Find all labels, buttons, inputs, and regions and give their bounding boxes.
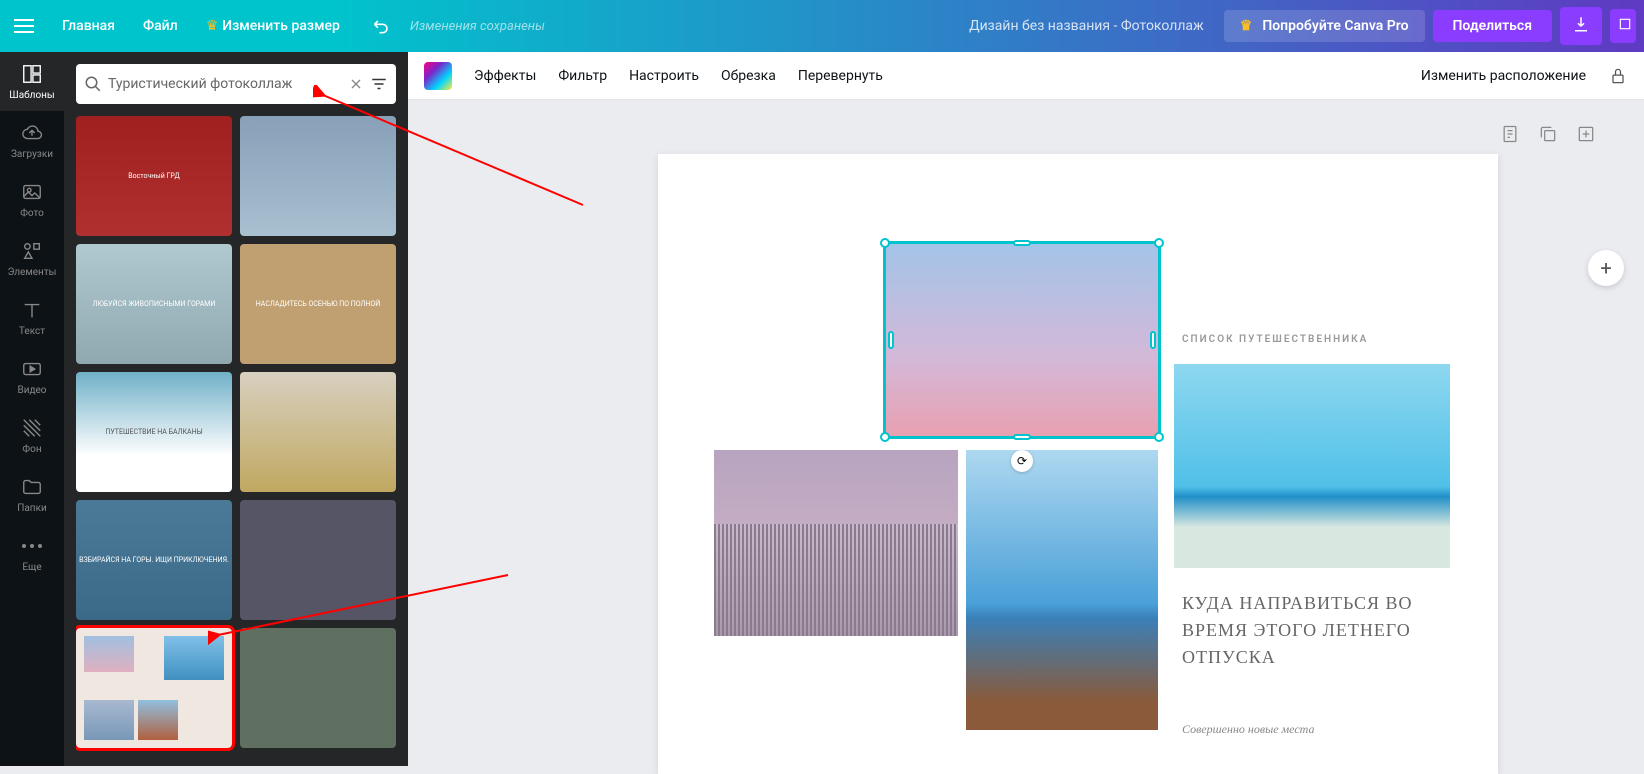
download-button[interactable] [1560, 7, 1602, 45]
resize-handle[interactable] [880, 238, 890, 248]
template-thumb[interactable]: НАСЛАДИТЕСЬ ОСЕНЬЮ ПО ПОЛНОЙ [240, 244, 396, 364]
templates-icon [20, 62, 44, 86]
image-marsh[interactable] [714, 450, 958, 636]
template-thumb[interactable] [240, 372, 396, 492]
search-input[interactable] [108, 76, 342, 92]
search-bar [76, 64, 396, 104]
rail-folders[interactable]: Папки [0, 465, 64, 524]
image-beach[interactable] [1174, 364, 1450, 568]
crop-button[interactable]: Обрезка [721, 68, 776, 84]
publish-button[interactable] [1610, 9, 1636, 43]
flip-button[interactable]: Перевернуть [798, 68, 883, 84]
rail-label: Фото [20, 208, 44, 219]
undo-icon[interactable] [372, 16, 392, 36]
rail-text[interactable]: Текст [0, 288, 64, 347]
resize-handle[interactable] [1013, 240, 1031, 246]
add-fab[interactable]: + [1588, 250, 1624, 286]
template-grid: Восточный ГРД ЛЮБУЙСЯ ЖИВОПИСНЫМИ ГОРАМИ… [76, 116, 396, 752]
position-button[interactable]: Изменить расположение [1421, 68, 1586, 84]
home-button[interactable]: Главная [48, 10, 129, 42]
rail-more[interactable]: Еще [0, 524, 64, 583]
resize-handle[interactable] [1154, 432, 1164, 442]
resize-handle[interactable] [1150, 331, 1156, 349]
menu-icon[interactable] [14, 19, 34, 33]
template-thumb[interactable] [240, 500, 396, 620]
header-right-group: ♛Попробуйте Canva Pro Поделиться [1224, 7, 1644, 45]
more-icon [20, 534, 44, 558]
rail-label: Видео [17, 385, 46, 396]
rail-label: Загрузки [11, 149, 53, 160]
canvas-area[interactable]: + СПИСОК ПУТЕШЕСТВЕННИКА КУДА НАПРАВИТЬС… [408, 100, 1644, 766]
rail-templates[interactable]: Шаблоны [0, 52, 64, 111]
rotate-handle[interactable]: ⟳ [1011, 450, 1033, 472]
crown-icon: ♛ [1240, 18, 1253, 34]
template-thumb[interactable]: ЛЮБУЙСЯ ЖИВОПИСНЫМИ ГОРАМИ [76, 244, 232, 364]
lock-icon[interactable] [1608, 66, 1628, 86]
file-button[interactable]: Файл [129, 10, 192, 42]
design-title[interactable]: Дизайн без названия - Фотоколлаж [545, 18, 1224, 34]
video-icon [20, 357, 44, 381]
rail-background[interactable]: Фон [0, 406, 64, 465]
folder-icon [20, 475, 44, 499]
rail-video[interactable]: Видео [0, 347, 64, 406]
resize-handle[interactable] [1154, 238, 1164, 248]
template-thumb[interactable] [240, 116, 396, 236]
templates-panel: Восточный ГРД ЛЮБУЙСЯ ЖИВОПИСНЫМИ ГОРАМИ… [64, 52, 408, 766]
search-icon [84, 75, 102, 93]
rail-photos[interactable]: Фото [0, 170, 64, 229]
color-swatch[interactable] [424, 62, 452, 90]
image-selected-sky[interactable]: ⟳ [886, 244, 1158, 436]
canvas-tools [1500, 124, 1596, 144]
rail-label: Папки [17, 503, 47, 514]
app-header: Главная Файл ♛Изменить размер Изменения … [0, 0, 1644, 52]
adjust-button[interactable]: Настроить [629, 68, 699, 84]
rail-elements[interactable]: Элементы [0, 229, 64, 288]
design-page[interactable]: СПИСОК ПУТЕШЕСТВЕННИКА КУДА НАПРАВИТЬСЯ … [658, 154, 1498, 774]
resize-button[interactable]: ♛Изменить размер [192, 10, 354, 42]
clear-icon[interactable] [348, 76, 364, 92]
resize-handle[interactable] [1013, 434, 1031, 440]
chevron-icon [1618, 17, 1632, 31]
text-headline[interactable]: КУДА НАПРАВИТЬСЯ ВО ВРЕМЯ ЭТОГО ЛЕТНЕГО … [1182, 590, 1432, 671]
filter-icon[interactable] [370, 75, 388, 93]
text-list-title[interactable]: СПИСОК ПУТЕШЕСТВЕННИКА [1182, 334, 1368, 345]
left-rail: Шаблоны Загрузки Фото Элементы Текст Вид… [0, 52, 64, 766]
filter-button[interactable]: Фильтр [558, 68, 607, 84]
background-icon [20, 416, 44, 440]
resize-handle[interactable] [880, 432, 890, 442]
duplicate-icon[interactable] [1538, 124, 1558, 144]
image-ocean[interactable] [966, 450, 1158, 730]
template-thumb[interactable]: ВЗБИРАЙСЯ НА ГОРЫ. ИЩИ ПРИКЛЮЧЕНИЯ. [76, 500, 232, 620]
header-left-group: Главная Файл ♛Изменить размер Изменения … [0, 10, 545, 42]
notes-icon[interactable] [1500, 124, 1520, 144]
add-page-icon[interactable] [1576, 124, 1596, 144]
text-icon [20, 298, 44, 322]
elements-icon [20, 239, 44, 263]
text-subtitle[interactable]: Совершенно новые места [1182, 722, 1315, 737]
save-status: Изменения сохранены [410, 19, 545, 34]
download-icon [1572, 15, 1590, 33]
rail-label: Текст [19, 326, 45, 337]
rail-label: Элементы [8, 267, 57, 278]
rail-label: Шаблоны [9, 90, 54, 101]
photo-icon [20, 180, 44, 204]
resize-handle[interactable] [888, 331, 894, 349]
template-thumb-selected[interactable] [76, 628, 232, 748]
rail-label: Еще [22, 562, 41, 573]
template-thumb[interactable] [240, 628, 396, 748]
effects-button[interactable]: Эффекты [474, 68, 536, 84]
crown-icon: ♛ [206, 18, 219, 34]
template-thumb[interactable]: Восточный ГРД [76, 116, 232, 236]
rail-uploads[interactable]: Загрузки [0, 111, 64, 170]
rail-label: Фон [22, 444, 41, 455]
template-thumb[interactable]: ПУТЕШЕСТВИЕ НА БАЛКАНЫ [76, 372, 232, 492]
share-button[interactable]: Поделиться [1433, 10, 1552, 42]
context-toolbar: Эффекты Фильтр Настроить Обрезка Перевер… [408, 52, 1644, 100]
try-pro-button[interactable]: ♛Попробуйте Canva Pro [1224, 10, 1425, 42]
upload-icon [20, 121, 44, 145]
